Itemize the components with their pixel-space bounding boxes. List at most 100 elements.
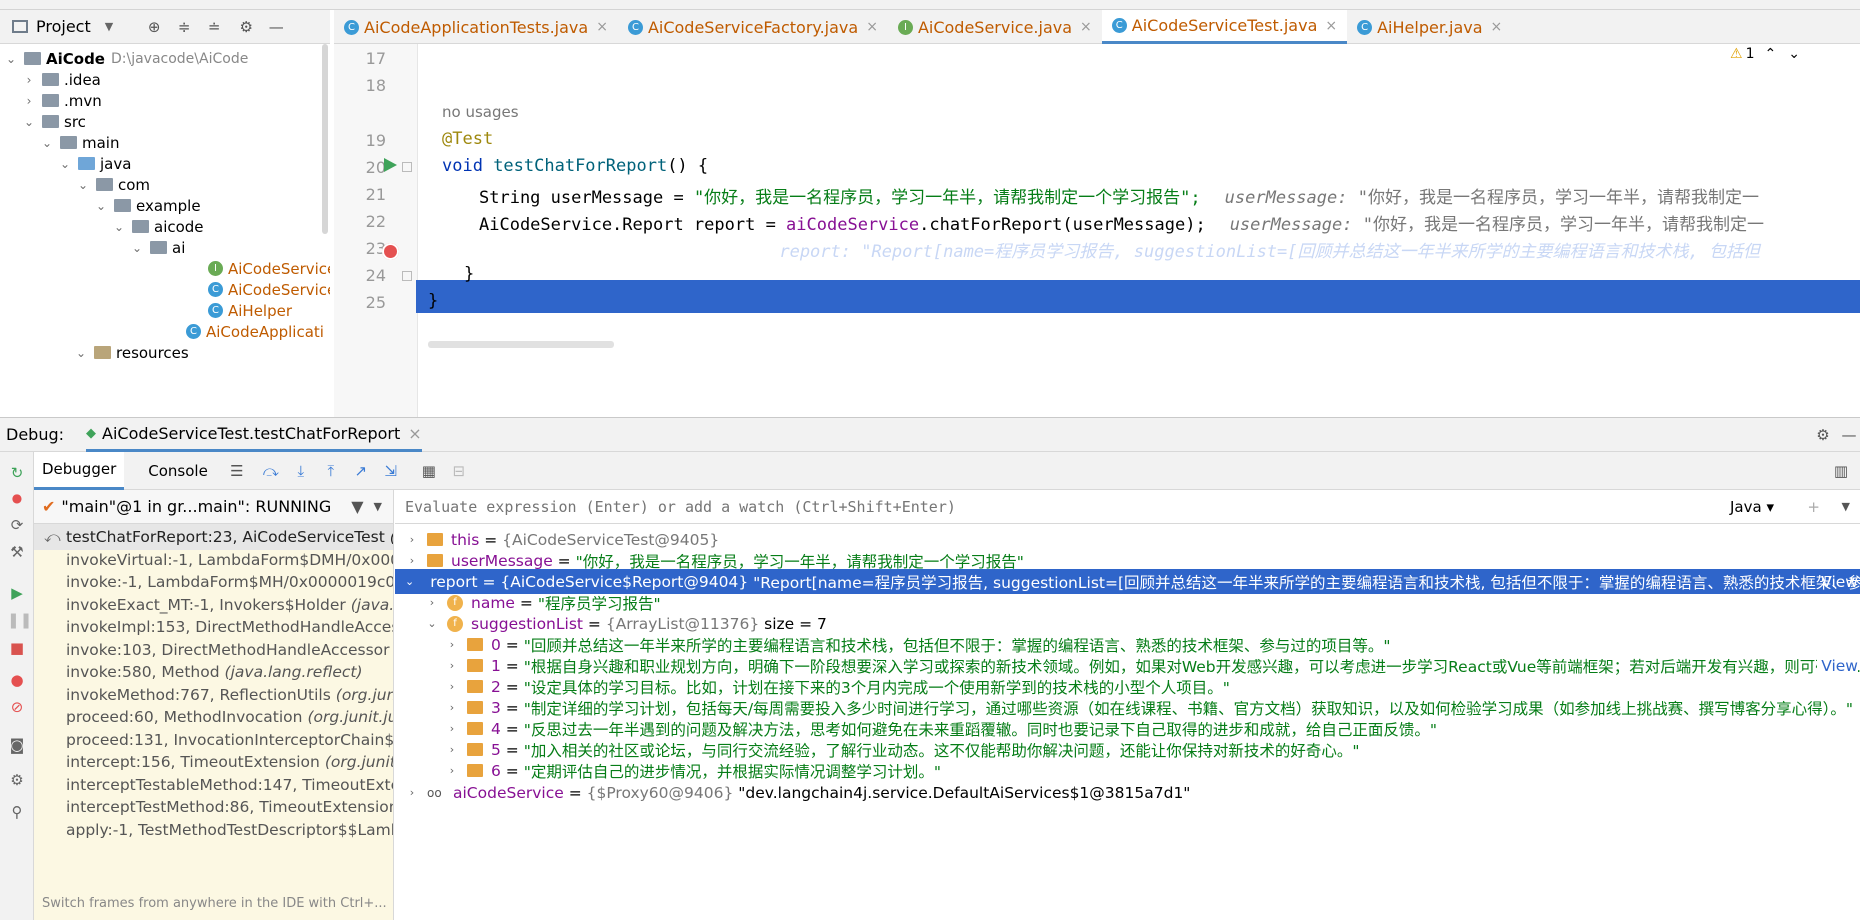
chevron-down-icon[interactable]: ▼ — [1842, 500, 1850, 513]
expand-icon[interactable]: › — [445, 659, 459, 672]
expand-icon[interactable]: › — [405, 554, 419, 567]
expand-icon[interactable]: › — [445, 743, 459, 756]
show-execution-point-icon[interactable]: ⤼ — [260, 460, 282, 482]
rerun-failed-icon[interactable]: ● — [7, 488, 27, 508]
chevron-down-icon[interactable]: ⌄ — [94, 199, 108, 213]
project-view-dropdown[interactable]: Project — [36, 17, 91, 36]
usages-hint[interactable]: no usages — [442, 103, 519, 121]
close-icon[interactable]: × — [596, 19, 608, 35]
run-test-icon[interactable] — [384, 158, 397, 172]
expand-icon[interactable]: › — [445, 764, 459, 777]
var-aicodeservice[interactable]: › oo aiCodeService = {$Proxy60@9406} "dev.… — [405, 780, 1191, 805]
evaluate-expression-input[interactable] — [405, 497, 1405, 516]
thread-selector[interactable]: ✔ "main"@1 in gr...main": RUNNING ▼ ▼ — [34, 490, 393, 524]
camera-icon[interactable]: ◙ — [7, 735, 27, 755]
chevron-down-icon[interactable]: ⌄ — [112, 220, 126, 234]
trace-icon[interactable]: ⊟ — [448, 460, 470, 482]
hide-icon[interactable]: — — [265, 16, 287, 38]
expand-icon[interactable]: › — [445, 701, 459, 714]
stack-frame[interactable]: apply:-1, TestMethodTestDescriptor$$Lamb… — [34, 817, 393, 843]
code-editor[interactable]: 17 18 19 20 21 22 23 24 25 no usages @Te… — [334, 44, 1860, 417]
language-selector[interactable]: Java ▾ — [1730, 498, 1774, 516]
view-breakpoints-icon[interactable]: ● — [7, 670, 27, 690]
line-number: 24 — [365, 266, 386, 285]
fold-icon[interactable] — [402, 162, 412, 172]
layout-icon[interactable]: ▥ — [1830, 460, 1852, 482]
chevron-up-icon[interactable]: ⌃ — [1765, 46, 1777, 62]
collapse-icon[interactable]: ⌄ — [405, 575, 414, 588]
breakpoint-icon[interactable] — [382, 243, 399, 260]
pause-icon[interactable]: ❚❚ — [7, 610, 32, 630]
chevron-down-icon[interactable]: ⌄ — [58, 157, 72, 171]
gear-icon[interactable]: ⚙ — [7, 770, 27, 790]
chevron-right-icon[interactable]: › — [22, 94, 36, 108]
code-line-25: } — [428, 291, 439, 311]
chevron-down-icon[interactable]: ⌄ — [40, 136, 54, 150]
tab-debugger[interactable]: Debugger — [34, 451, 125, 490]
hide-icon[interactable]: — — [1838, 424, 1860, 446]
chevron-down-icon[interactable]: ⌄ — [1788, 46, 1800, 62]
chevron-down-icon[interactable]: ⌄ — [74, 346, 88, 360]
pin-icon[interactable]: ⚲ — [7, 802, 27, 822]
menu-icon[interactable]: ☰ — [226, 460, 248, 482]
resume-icon[interactable]: ▶ — [7, 583, 27, 603]
chevron-down-icon[interactable]: ▼ — [374, 500, 382, 513]
close-icon[interactable]: × — [393, 896, 394, 911]
view-link[interactable]: View — [1817, 656, 1858, 675]
expand-all-icon[interactable]: ≑ — [173, 16, 195, 38]
tab-aicodeapplicationtests[interactable]: C AiCodeApplicationTests.java × — [334, 10, 618, 44]
locate-icon[interactable]: ⊕ — [143, 16, 165, 38]
close-icon[interactable]: × — [408, 424, 421, 443]
expand-icon[interactable]: › — [425, 596, 439, 609]
code-line-21: String userMessage = "你好，我是一名程序员，学习一年半，请… — [479, 188, 1759, 208]
expand-icon[interactable]: › — [405, 533, 419, 546]
step-out-icon[interactable]: ↗ — [350, 460, 372, 482]
expand-icon[interactable]: › — [445, 680, 459, 693]
step-into-icon[interactable]: ⤒ — [320, 460, 342, 482]
chevron-down-icon[interactable]: ⌄ — [76, 178, 90, 192]
resources-folder-icon — [94, 346, 111, 359]
expand-icon[interactable]: › — [445, 638, 459, 651]
test-class-icon: C — [1111, 18, 1127, 33]
restore-layout-icon[interactable]: ⟳ — [7, 515, 27, 535]
step-over-icon[interactable]: ⤓ — [290, 460, 312, 482]
package-icon — [96, 178, 113, 191]
chevron-down-icon[interactable]: ▼ — [105, 20, 113, 33]
close-icon[interactable]: × — [1080, 19, 1092, 35]
mute-breakpoints-icon[interactable]: ⊘ — [7, 697, 27, 717]
tab-console[interactable]: Console — [134, 462, 222, 480]
chevron-down-icon[interactable]: ⌄ — [4, 52, 18, 66]
expand-icon[interactable]: › — [445, 722, 459, 735]
view-link[interactable]: View — [1821, 573, 1858, 591]
debug-session-tab[interactable]: ◆ AiCodeServiceTest.testChatForReport × — [86, 418, 422, 452]
tab-aicodeservice[interactable]: I AiCodeService.java × — [888, 10, 1102, 44]
filter-icon[interactable]: ▼ — [351, 497, 363, 516]
evaluate-icon[interactable]: ▦ — [418, 460, 440, 482]
add-watch-icon[interactable]: + — [1807, 498, 1820, 516]
collapse-all-icon[interactable]: ≐ — [203, 16, 225, 38]
run-to-cursor-icon[interactable]: ⇲ — [380, 460, 402, 482]
rerun-icon[interactable]: ↻ — [7, 463, 27, 483]
tree-item-ai[interactable]: ⌄ ai — [130, 235, 185, 260]
gear-icon[interactable]: ⚙ — [1812, 424, 1834, 446]
tab-aicodeservicetest[interactable]: C AiCodeServiceTest.java × — [1101, 10, 1348, 44]
chevron-right-icon[interactable]: › — [22, 73, 36, 87]
close-icon[interactable]: × — [1491, 19, 1503, 35]
close-icon[interactable]: × — [866, 19, 878, 35]
expand-icon[interactable]: › — [405, 786, 419, 799]
editor-hscrollbar[interactable] — [428, 341, 614, 348]
tab-aihelper[interactable]: C AiHelper.java × — [1347, 10, 1512, 44]
tree-item-resources[interactable]: ⌄ resources — [74, 340, 189, 365]
wrench-icon[interactable]: ⚒ — [7, 542, 27, 562]
close-icon[interactable]: × — [1325, 18, 1337, 34]
gear-icon[interactable]: ⚙ — [235, 16, 257, 38]
tab-aicodeservicefactory[interactable]: C AiCodeServiceFactory.java × — [618, 10, 888, 44]
collapse-icon[interactable]: ⌄ — [425, 617, 439, 630]
chevron-down-icon[interactable]: ⌄ — [22, 115, 36, 129]
fold-icon[interactable] — [402, 271, 412, 281]
inspection-widget[interactable]: ⚠ 1 ⌃ ⌄ — [1730, 46, 1800, 62]
chevron-down-icon[interactable]: ⌄ — [130, 241, 144, 255]
tree-scrollbar[interactable] — [322, 44, 328, 234]
tree-item-aicodeapplication[interactable]: C AiCodeApplicati — [186, 319, 324, 344]
stop-icon[interactable]: ■ — [7, 638, 27, 658]
